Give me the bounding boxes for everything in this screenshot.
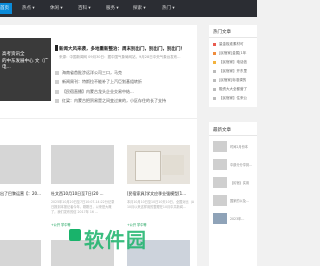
featured-slide[interactable]: 高考资讯全 的中东发展中心 文（广电... bbox=[0, 38, 51, 101]
recent-article-title[interactable]: 2023年... bbox=[230, 216, 244, 221]
nav-item-wiki[interactable]: 百科 ▾ bbox=[78, 3, 91, 14]
headline-title[interactable]: 新闻大风来袭，多地重新整治：周末别出门，别出门，别出门！ bbox=[59, 46, 185, 52]
card-excerpt: 2025年10月20日至7日10:07-14:22分记录日报到本报记者今年，刚刚… bbox=[51, 200, 115, 214]
headline-summary: 来源：中国新闻网 09月30日：据中国气象局网站，9月28日中央气象台发布... bbox=[59, 55, 181, 59]
news-item[interactable]: 海南省首批涉远洋公司三口，马克 bbox=[55, 70, 122, 76]
document-image bbox=[135, 151, 161, 181]
hot-article-item[interactable]: [民宿家]金属[1年 bbox=[213, 51, 246, 56]
bullet-icon bbox=[55, 71, 59, 75]
recent-thumbnail[interactable] bbox=[213, 177, 227, 188]
divider bbox=[209, 135, 257, 136]
card-excerpt: 本月10月10日至10日10天10日，全国对比（A 10月以来这样用的整理在10… bbox=[127, 200, 195, 209]
card-thumbnail[interactable] bbox=[0, 240, 41, 266]
bullet-icon bbox=[55, 99, 59, 103]
nav-item-popular[interactable]: 热门 ▾ bbox=[162, 3, 175, 14]
news-item[interactable]: 红梁：内蒙古把贸易是之间变过来的，小区存住的长了支持 bbox=[55, 98, 166, 104]
rank-icon bbox=[213, 69, 216, 73]
sidebar-hot-title: 热门文章 bbox=[213, 30, 231, 35]
card-thumbnail[interactable] bbox=[127, 145, 190, 184]
hot-article-item[interactable]: 【民宿家】电话信 bbox=[213, 60, 247, 65]
hot-article-item[interactable]: 量金极准素材可 bbox=[213, 42, 244, 47]
hot-article-item[interactable]: 【民宿家】住来公 bbox=[213, 96, 247, 101]
document-image bbox=[162, 155, 184, 175]
card-title[interactable]: [民宿家具]学文应季业强模型[1... bbox=[127, 191, 195, 197]
sidebar-recent-title: 最新文章 bbox=[213, 128, 231, 133]
bullet-icon bbox=[55, 90, 59, 94]
recent-thumbnail[interactable] bbox=[213, 213, 227, 224]
nav-item-leisure[interactable]: 休闲 ▾ bbox=[50, 3, 63, 14]
nav-item-home[interactable]: 首页 bbox=[0, 3, 12, 14]
nav-item-service[interactable]: 服务 ▾ bbox=[106, 3, 119, 14]
rank-icon bbox=[213, 51, 216, 55]
top-nav-bar bbox=[0, 0, 257, 17]
rank-icon bbox=[213, 42, 216, 46]
recent-thumbnail[interactable] bbox=[213, 159, 227, 170]
recent-article-title[interactable]: 中部分分享到... bbox=[230, 162, 252, 167]
rank-icon bbox=[213, 96, 216, 100]
hot-article-item[interactable]: 【民宿家】开东里 bbox=[213, 69, 247, 74]
nav-item-hot[interactable]: 热点 ▾ bbox=[22, 3, 35, 14]
headline-marker bbox=[55, 45, 58, 51]
card-thumbnail[interactable] bbox=[51, 145, 114, 184]
rank-icon bbox=[213, 87, 216, 91]
recent-article-title[interactable]: 【民宿】实用 bbox=[230, 180, 249, 185]
watermark-logo-icon bbox=[69, 229, 81, 241]
recent-article-title[interactable]: 国家的以及... bbox=[230, 198, 249, 203]
recent-thumbnail[interactable] bbox=[213, 141, 227, 152]
rank-icon bbox=[213, 60, 216, 64]
news-item[interactable]: 【民宿直播】内蒙古龙头企业交易中结... bbox=[55, 89, 134, 95]
divider bbox=[209, 37, 257, 38]
watermark-logo-text: 软件园 bbox=[84, 228, 147, 252]
card-thumbnail[interactable] bbox=[0, 145, 41, 184]
section-divider bbox=[0, 118, 197, 119]
featured-title-line2: 的中东发展中心 文（广电... bbox=[2, 59, 49, 70]
hot-article-item[interactable]: 融资大大全都营了 bbox=[213, 87, 247, 92]
recent-article-title[interactable]: 时间2月份本 bbox=[230, 144, 248, 149]
nav-item-explore[interactable]: 探索 ▾ bbox=[133, 3, 146, 14]
card-title[interactable]: 出了巴黎运营【：20... bbox=[0, 191, 41, 197]
card-meta: +公开 学中等 bbox=[51, 223, 71, 227]
rank-icon bbox=[213, 78, 216, 82]
recent-thumbnail[interactable] bbox=[213, 195, 227, 206]
card-title[interactable]: 杜文西10月10日至7日(20 ... bbox=[51, 191, 117, 197]
featured-title-line1: 高考资讯全 bbox=[2, 52, 25, 57]
news-item[interactable]: 新闻周刊：特斯拉不能补了上汽巨划基组转折 bbox=[55, 79, 142, 85]
hot-article-item[interactable]: [民宿家]标准调的 bbox=[213, 78, 246, 83]
bullet-icon bbox=[55, 80, 59, 84]
